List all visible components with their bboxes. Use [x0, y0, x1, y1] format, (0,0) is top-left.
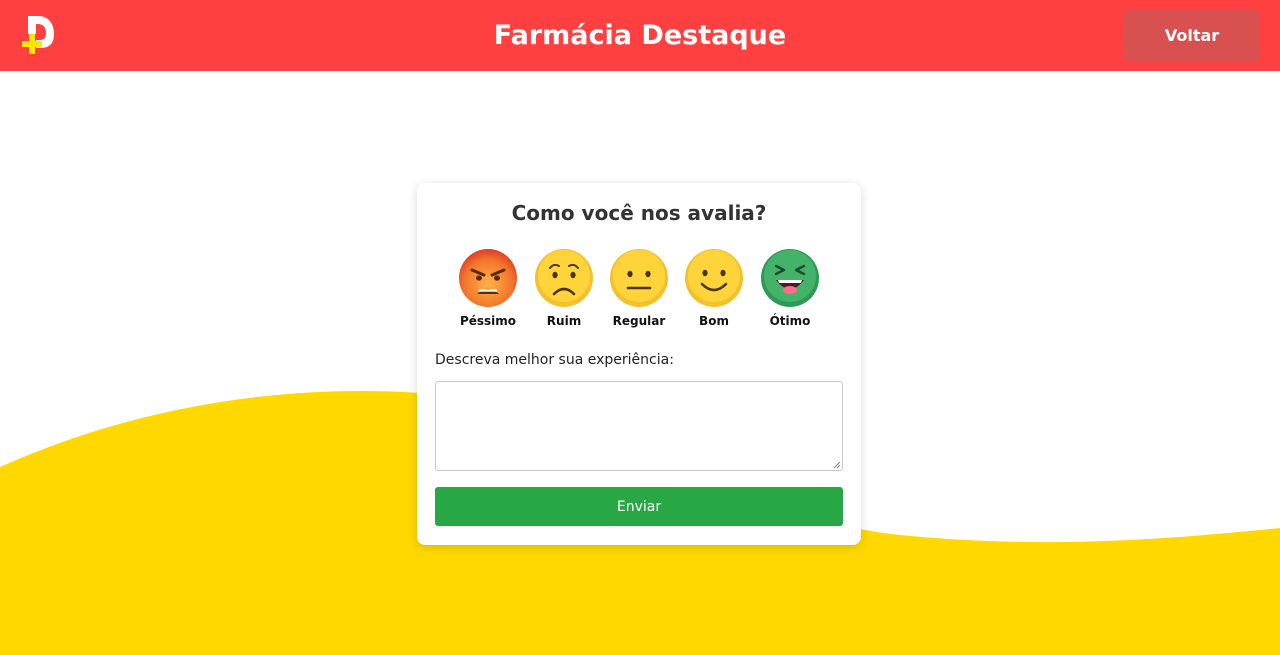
rating-label: Ruim: [546, 314, 582, 328]
smile-face-icon: [685, 249, 743, 307]
top-bar: Farmácia Destaque Voltar: [0, 0, 1280, 71]
sad-face-icon: [535, 249, 593, 307]
angry-face-icon: [459, 249, 517, 307]
rating-option-otimo[interactable]: Ótimo: [752, 248, 828, 332]
page: Farmácia Destaque Voltar Como você nos a…: [0, 0, 1280, 655]
laughing-face-icon: [761, 249, 819, 307]
rating-card: Como você nos avalia? Péssimo Ruim Regul…: [417, 183, 861, 545]
app-title: Farmácia Destaque: [493, 20, 787, 51]
rating-option-regular[interactable]: Regular: [601, 248, 677, 332]
rating-label: Regular: [612, 314, 666, 328]
rating-label: Ótimo: [769, 314, 811, 328]
rating-option-ruim[interactable]: Ruim: [526, 248, 602, 332]
rating-option-pessimo[interactable]: Péssimo: [450, 248, 526, 332]
feedback-textarea[interactable]: [435, 381, 843, 471]
neutral-face-icon: [610, 249, 668, 307]
rating-question: Como você nos avalia?: [511, 201, 767, 225]
rating-label: Bom: [699, 314, 729, 328]
resize-grip-icon[interactable]: [833, 461, 841, 469]
rating-option-bom[interactable]: Bom: [676, 248, 752, 332]
submit-button[interactable]: Enviar: [435, 487, 843, 526]
rating-label: Péssimo: [459, 314, 517, 328]
back-button[interactable]: Voltar: [1124, 10, 1260, 61]
feedback-label: Descreva melhor sua experiência:: [435, 352, 674, 368]
